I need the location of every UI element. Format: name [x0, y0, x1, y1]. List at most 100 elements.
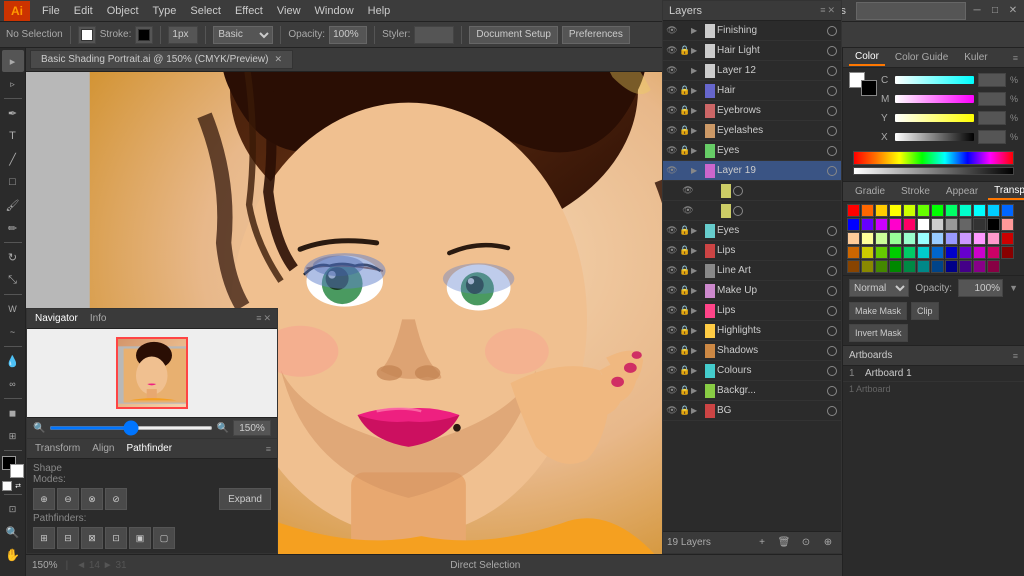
color-swatch[interactable] [959, 260, 972, 273]
menu-type[interactable]: Type [147, 3, 183, 19]
layer-row[interactable]: 👁 🔒 ▶ Highlights [663, 321, 841, 341]
color-swatch[interactable] [973, 260, 986, 273]
layer-row[interactable]: 👁 🔒 ▶ Make Up [663, 281, 841, 301]
layer-visibility-icon[interactable]: 👁 [665, 344, 679, 358]
layer-lock-icon[interactable] [695, 205, 707, 217]
eyedropper-tool[interactable]: 💧 [2, 350, 24, 372]
layer-expand-arrow[interactable]: ▶ [691, 406, 703, 415]
layer-visibility-icon[interactable]: 👁 [665, 264, 679, 278]
opacity-input[interactable] [958, 279, 1003, 297]
zoom-input[interactable] [233, 420, 271, 436]
color-swatch[interactable] [1001, 204, 1014, 217]
selection-tool[interactable]: ▸ [2, 50, 24, 72]
preferences-button[interactable]: Preferences [562, 26, 630, 44]
make-mask-button[interactable]: Make Mask [849, 302, 907, 320]
m-slider[interactable] [895, 95, 974, 103]
layer-target-circle[interactable] [827, 226, 837, 236]
layer-expand-arrow[interactable]: ▶ [691, 126, 703, 135]
layers-menu-btn[interactable]: ≡ [820, 5, 825, 16]
tab-close-button[interactable]: ✕ [274, 54, 282, 65]
layer-lock-icon[interactable]: 🔒 [679, 385, 691, 397]
line-tool[interactable]: ╱ [2, 148, 24, 170]
layer-target-circle[interactable] [827, 86, 837, 96]
trim-btn[interactable]: ⊟ [57, 527, 79, 549]
document-setup-button[interactable]: Document Setup [469, 26, 558, 44]
layer-expand-arrow[interactable]: ▶ [691, 266, 703, 275]
layer-lock-icon[interactable]: 🔒 [679, 285, 691, 297]
artboard-item[interactable]: 1 Artboard 1 [843, 366, 1024, 381]
tab-color-guide[interactable]: Color Guide [889, 50, 954, 65]
type-tool[interactable]: T [2, 125, 24, 147]
layer-visibility-icon[interactable]: 👁 [665, 364, 679, 378]
layer-row[interactable]: 👁 🔒 ▶ Lips [663, 301, 841, 321]
color-swatch[interactable] [847, 232, 860, 245]
layer-expand-arrow[interactable]: ▶ [691, 286, 703, 295]
layer-target-circle[interactable] [827, 246, 837, 256]
layer-row[interactable]: 👁 🔒 ▶ Eyes [663, 221, 841, 241]
minus-front-btn[interactable]: ⊖ [57, 488, 79, 510]
color-swatch[interactable] [987, 204, 1000, 217]
layer-expand-arrow[interactable]: ▶ [691, 246, 703, 255]
color-swatch[interactable] [861, 246, 874, 259]
menu-object[interactable]: Object [101, 3, 145, 19]
layer-expand-arrow[interactable]: ▶ [691, 306, 703, 315]
delete-layer-btn[interactable]: 🗑 [775, 534, 793, 552]
color-swatch[interactable] [861, 218, 874, 231]
layer-target-circle[interactable] [827, 46, 837, 56]
rotate-tool[interactable]: ↻ [2, 246, 24, 268]
color-swatch[interactable] [889, 204, 902, 217]
layer-row[interactable]: 👁 🔒 ▶ Hair Light [663, 41, 841, 61]
color-swatch[interactable] [973, 218, 986, 231]
black-white-bar[interactable] [853, 167, 1014, 175]
color-swatch[interactable] [931, 204, 944, 217]
layer-target-circle[interactable] [827, 166, 837, 176]
m-value[interactable] [978, 92, 1006, 106]
expand-button[interactable]: Expand [219, 488, 271, 510]
layer-expand-arrow[interactable]: ▶ [691, 326, 703, 335]
minus-back-btn[interactable]: ▢ [153, 527, 175, 549]
background-color[interactable] [10, 464, 24, 478]
menu-effect[interactable]: Effect [229, 3, 269, 19]
color-swatch[interactable] [875, 232, 888, 245]
unite-btn[interactable]: ⊕ [33, 488, 55, 510]
color-swatch[interactable] [917, 246, 930, 259]
tab-stroke[interactable]: Stroke [895, 184, 936, 199]
warp-tool[interactable]: W [2, 298, 24, 320]
layer-expand-arrow[interactable]: ▶ [691, 166, 703, 175]
mesh-tool[interactable]: ⊞ [2, 425, 24, 447]
color-swatch[interactable] [945, 218, 958, 231]
color-swatch[interactable] [931, 260, 944, 273]
layer-lock-icon[interactable] [679, 65, 691, 77]
opacity-input[interactable] [329, 26, 367, 44]
color-swatch[interactable] [861, 232, 874, 245]
color-swatch[interactable] [889, 246, 902, 259]
search-input[interactable] [856, 2, 966, 20]
layer-target-circle[interactable] [827, 306, 837, 316]
layer-expand-arrow[interactable]: ▶ [691, 106, 703, 115]
color-swatch[interactable] [987, 232, 1000, 245]
layer-visibility-icon[interactable]: 👁 [665, 104, 679, 118]
layer-row[interactable]: 👁 🔒 ▶ Lips [663, 241, 841, 261]
color-swatch[interactable] [987, 218, 1000, 231]
minimize-button[interactable]: ─ [970, 4, 984, 18]
layer-expand-arrow[interactable]: ▶ [691, 146, 703, 155]
tab-kuler[interactable]: Kuler [958, 50, 993, 65]
layer-visibility-icon[interactable]: 👁 [665, 84, 679, 98]
layer-target-circle[interactable] [827, 386, 837, 396]
layer-target-circle[interactable] [827, 126, 837, 136]
pencil-tool[interactable]: ✏ [2, 217, 24, 239]
tab-info[interactable]: Info [88, 313, 109, 324]
layer-row[interactable]: 👁 🔒 ▶ Backgr... [663, 381, 841, 401]
layer-visibility-icon[interactable]: 👁 [681, 204, 695, 218]
color-swatch[interactable] [861, 204, 874, 217]
color-panel-menu[interactable]: ≡ [1013, 53, 1018, 63]
direct-selection-tool[interactable]: ▹ [2, 73, 24, 95]
layer-target-circle[interactable] [827, 66, 837, 76]
layer-row[interactable]: 👁 ▶ Layer 19 [663, 161, 841, 181]
color-swatch[interactable] [875, 218, 888, 231]
layer-visibility-icon[interactable]: 👁 [681, 184, 695, 198]
layer-options-btn[interactable]: ⊙ [797, 534, 815, 552]
layer-target-circle[interactable] [733, 186, 743, 196]
divide-btn[interactable]: ⊞ [33, 527, 55, 549]
layer-row[interactable]: 👁 🔒 ▶ Eyebrows [663, 101, 841, 121]
